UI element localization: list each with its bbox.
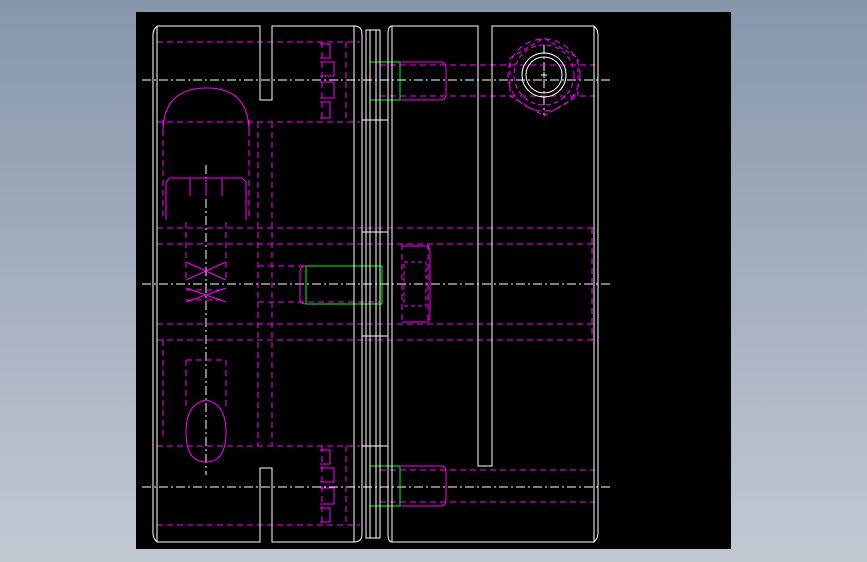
- upper-rounded-slot: [162, 87, 250, 133]
- visible-outlines: [152, 25, 599, 543]
- cad-drawing: [142, 25, 610, 543]
- screw-middle: [305, 265, 383, 305]
- screw-threads: [299, 61, 447, 507]
- screw-top: [369, 61, 401, 101]
- feature-profiles: [162, 37, 581, 523]
- screw-bottom: [369, 465, 401, 507]
